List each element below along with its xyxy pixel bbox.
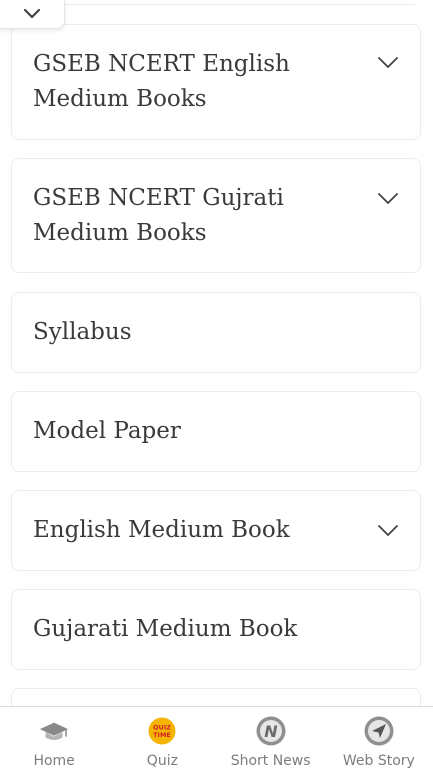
- quiz-time-icon: QUIZ TIME: [147, 716, 177, 746]
- graduation-cap-icon: [39, 716, 69, 746]
- nav-label: Web Story: [342, 753, 415, 769]
- menu-item-gseb-gujrati[interactable]: GSEB NCERT Gujrati Medium Books: [11, 158, 421, 273]
- menu-item-label: GSEB NCERT Gujrati Medium Books: [33, 184, 284, 246]
- collapse-toggle-button[interactable]: [0, 0, 65, 29]
- svg-text:TIME: TIME: [153, 731, 171, 739]
- nav-home[interactable]: Home: [0, 707, 108, 779]
- chevron-down-icon[interactable]: [378, 193, 398, 205]
- menu-item-gseb-english[interactable]: GSEB NCERT English Medium Books: [11, 24, 421, 140]
- send-arrow-icon: [364, 716, 394, 746]
- nav-short-news[interactable]: N Short News: [217, 707, 325, 779]
- top-divider: [64, 4, 415, 5]
- chevron-down-icon[interactable]: [378, 525, 398, 537]
- menu-item-gujarati-medium-book[interactable]: Gujarati Medium Book: [11, 589, 421, 670]
- menu-item-label: GSEB NCERT English Medium Books: [33, 51, 290, 112]
- nav-quiz[interactable]: QUIZ TIME Quiz: [108, 707, 216, 779]
- news-n-icon: N: [256, 716, 286, 746]
- nav-label: Home: [33, 753, 75, 769]
- menu-item-label: English Medium Book: [33, 517, 290, 543]
- menu-item-label: Gujarati Medium Book: [33, 616, 298, 642]
- bottom-navigation: Home QUIZ TIME Quiz N Short News Web Sto…: [0, 706, 433, 779]
- nav-label: Quiz: [146, 753, 178, 769]
- menu-item-english-medium-book[interactable]: English Medium Book: [11, 490, 421, 571]
- menu-item-label: Model Paper: [33, 418, 181, 444]
- menu-item-syllabus[interactable]: Syllabus: [11, 292, 421, 373]
- nav-label: Short News: [230, 753, 311, 769]
- menu-item-model-paper[interactable]: Model Paper: [11, 391, 421, 472]
- menu-item-label: Syllabus: [33, 319, 132, 345]
- svg-text:N: N: [264, 722, 278, 741]
- chevron-down-icon: [23, 8, 41, 19]
- nav-web-story[interactable]: Web Story: [325, 707, 433, 779]
- chevron-down-icon[interactable]: [378, 57, 398, 69]
